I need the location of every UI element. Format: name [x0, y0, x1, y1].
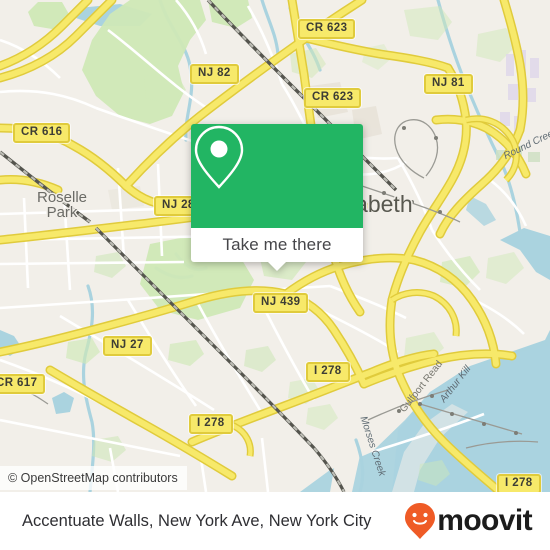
place-label-roselle-park: Roselle Park: [36, 189, 88, 221]
callout-header: [191, 124, 363, 228]
location-callout-card[interactable]: Take me there: [191, 124, 363, 271]
callout-footer[interactable]: Take me there: [191, 228, 363, 271]
map-canvas[interactable]: CR 623 NJ 82 NJ 81 CR 623 CR 616 NJ 28 N…: [0, 0, 550, 492]
moovit-logo[interactable]: moovit: [404, 502, 533, 540]
callout-pointer: [268, 262, 286, 271]
shield-nj-81[interactable]: NJ 81: [424, 74, 473, 94]
shield-i-278-low[interactable]: I 278: [189, 414, 233, 434]
moovit-wordmark: moovit: [437, 504, 532, 537]
shield-nj-27[interactable]: NJ 27: [103, 336, 152, 356]
shield-cr-623-south[interactable]: CR 623: [304, 88, 362, 108]
shield-cr-616[interactable]: CR 616: [13, 123, 71, 143]
shield-cr-617[interactable]: CR 617: [0, 374, 46, 394]
screenshot-root: CR 623 NJ 82 NJ 81 CR 623 CR 616 NJ 28 N…: [0, 0, 550, 550]
take-me-there-label: Take me there: [222, 235, 332, 254]
moovit-smiley-pin-icon: [405, 503, 436, 539]
footer-bar: Accentuate Walls, New York Ave, New York…: [0, 492, 550, 550]
shield-i-278-corner[interactable]: I 278: [497, 474, 541, 492]
place-title: Accentuate Walls, New York Ave, New York…: [22, 511, 372, 530]
osm-attribution[interactable]: © OpenStreetMap contributors: [0, 466, 187, 490]
shield-cr-623-north[interactable]: CR 623: [298, 19, 356, 39]
shield-i-278-mid[interactable]: I 278: [306, 362, 350, 382]
shield-nj-439[interactable]: NJ 439: [253, 293, 309, 313]
map-pin-icon: [194, 125, 244, 189]
shield-nj-82[interactable]: NJ 82: [190, 64, 239, 84]
